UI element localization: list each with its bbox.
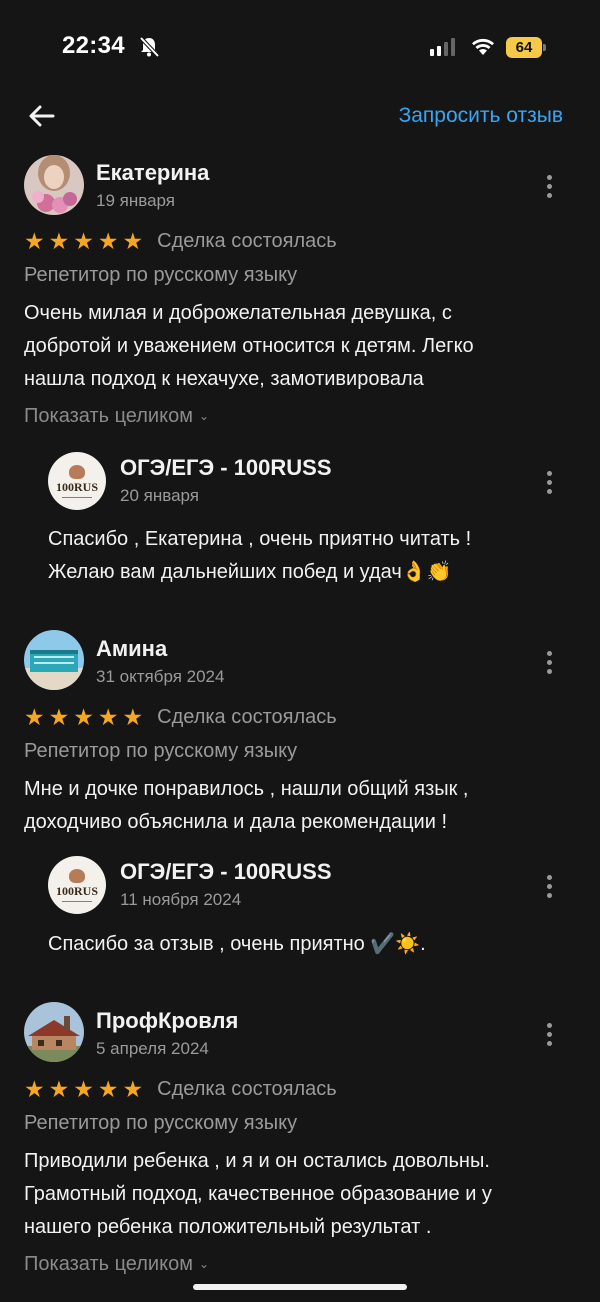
show-full-label: Показать целиком bbox=[24, 405, 193, 427]
reply-text-line: Спасибо за отзыв , очень приятно ✔️☀️. bbox=[48, 933, 426, 955]
star-icon: ★ bbox=[48, 704, 70, 730]
star-icon: ★ bbox=[122, 1076, 144, 1102]
rating-stars: ★ ★ ★ ★ ★ Сделка состоялась bbox=[24, 706, 337, 729]
chevron-down-icon: ⌄ bbox=[198, 1257, 210, 1271]
reply-text: Спасибо , Екатерина , очень приятно чита… bbox=[48, 523, 568, 589]
review-text: Очень милая и доброжелательная девушка, … bbox=[24, 297, 569, 396]
star-icon: ★ bbox=[97, 704, 119, 730]
review-text: Мне и дочке понравилось , нашли общий яз… bbox=[24, 773, 569, 839]
back-arrow-icon[interactable] bbox=[26, 100, 58, 132]
deal-status: Сделка состоялась bbox=[157, 230, 337, 252]
star-icon: ★ bbox=[48, 1076, 70, 1102]
show-full-button[interactable]: Показать целиком ⌄ bbox=[24, 1253, 209, 1276]
avatar[interactable] bbox=[24, 155, 84, 215]
more-options-icon[interactable] bbox=[546, 875, 552, 898]
star-icon: ★ bbox=[24, 1076, 45, 1102]
reply-text-line: Спасибо , Екатерина , очень приятно чита… bbox=[48, 528, 472, 550]
logo-text: 100RUS bbox=[55, 479, 98, 494]
star-icon: ★ bbox=[97, 1076, 119, 1102]
cellular-signal-icon bbox=[430, 38, 455, 56]
more-options-icon[interactable] bbox=[546, 651, 552, 674]
avatar[interactable] bbox=[24, 1002, 84, 1062]
star-icon: ★ bbox=[73, 228, 94, 254]
star-icon: ★ bbox=[122, 228, 144, 254]
review-text-line: нашла подход к нехачухе, замотивировала bbox=[24, 368, 424, 390]
star-icon: ★ bbox=[122, 704, 144, 730]
star-icon: ★ bbox=[24, 228, 45, 254]
logo-mark bbox=[69, 868, 85, 883]
avatar[interactable] bbox=[24, 630, 84, 690]
request-review-button[interactable]: Запросить отзыв bbox=[399, 104, 563, 128]
star-icon: ★ bbox=[24, 704, 45, 730]
wifi-icon bbox=[472, 38, 494, 55]
reply-text-line: Желаю вам дальнейших побед и удач👌👏 bbox=[48, 561, 452, 583]
company-logo[interactable]: 100RUS bbox=[48, 856, 106, 914]
review-date: 31 октября 2024 bbox=[96, 667, 225, 686]
more-options-icon[interactable] bbox=[546, 471, 552, 494]
reply-text: Спасибо за отзыв , очень приятно ✔️☀️. bbox=[48, 928, 568, 961]
home-indicator[interactable] bbox=[193, 1284, 407, 1290]
review-text: Приводили ребенка , и я и он остались до… bbox=[24, 1145, 569, 1244]
reply-author[interactable]: ОГЭ/ЕГЭ - 100RUSS bbox=[120, 859, 332, 885]
rating-stars: ★ ★ ★ ★ ★ Сделка состоялась bbox=[24, 230, 337, 253]
review-category: Репетитор по русскому языку bbox=[24, 740, 298, 762]
bell-muted-icon bbox=[139, 36, 160, 58]
star-icon: ★ bbox=[48, 228, 70, 254]
review-text-line: доходчиво объяснила и дала рекомендации … bbox=[24, 811, 448, 833]
rating-stars: ★ ★ ★ ★ ★ Сделка состоялась bbox=[24, 1078, 337, 1101]
deal-status: Сделка состоялась bbox=[157, 706, 337, 728]
review-date: 19 января bbox=[96, 191, 175, 210]
status-time: 22:34 bbox=[62, 32, 125, 59]
reply-author[interactable]: ОГЭ/ЕГЭ - 100RUSS bbox=[120, 455, 332, 481]
battery-indicator: 64 bbox=[506, 37, 542, 58]
review-author[interactable]: ПрофКровля bbox=[96, 1008, 238, 1034]
review-text-line: Очень милая и доброжелательная девушка, … bbox=[24, 302, 452, 324]
logo-underline bbox=[62, 496, 92, 498]
review-text-line: Мне и дочке понравилось , нашли общий яз… bbox=[24, 778, 469, 800]
review-category: Репетитор по русскому языку bbox=[24, 264, 298, 286]
star-icon: ★ bbox=[73, 704, 94, 730]
review-author[interactable]: Амина bbox=[96, 636, 167, 662]
review-text-line: Приводили ребенка , и я и он остались до… bbox=[24, 1150, 490, 1172]
reply-date: 11 ноября 2024 bbox=[120, 890, 242, 909]
review-author[interactable]: Екатерина bbox=[96, 160, 209, 186]
review-text-line: нашего ребенка положительный результат . bbox=[24, 1216, 432, 1238]
review-category: Репетитор по русскому языку bbox=[24, 1112, 298, 1134]
review-text-line: добротой и уважением относится к детям. … bbox=[24, 335, 474, 357]
review-text-line: Грамотный подход, качественное образован… bbox=[24, 1183, 492, 1205]
reply-date: 20 января bbox=[120, 486, 199, 505]
logo-underline bbox=[62, 900, 92, 902]
battery-tip bbox=[543, 44, 546, 51]
logo-text: 100RUS bbox=[55, 883, 98, 898]
more-options-icon[interactable] bbox=[546, 1023, 552, 1046]
chevron-down-icon: ⌄ bbox=[198, 409, 210, 423]
star-icon: ★ bbox=[97, 228, 119, 254]
review-date: 5 апреля 2024 bbox=[96, 1039, 209, 1058]
more-options-icon[interactable] bbox=[546, 175, 552, 198]
show-full-label: Показать целиком bbox=[24, 1253, 193, 1275]
deal-status: Сделка состоялась bbox=[157, 1078, 337, 1100]
logo-mark bbox=[69, 464, 85, 479]
company-logo[interactable]: 100RUS bbox=[48, 452, 106, 510]
show-full-button[interactable]: Показать целиком ⌄ bbox=[24, 405, 209, 428]
star-icon: ★ bbox=[73, 1076, 94, 1102]
